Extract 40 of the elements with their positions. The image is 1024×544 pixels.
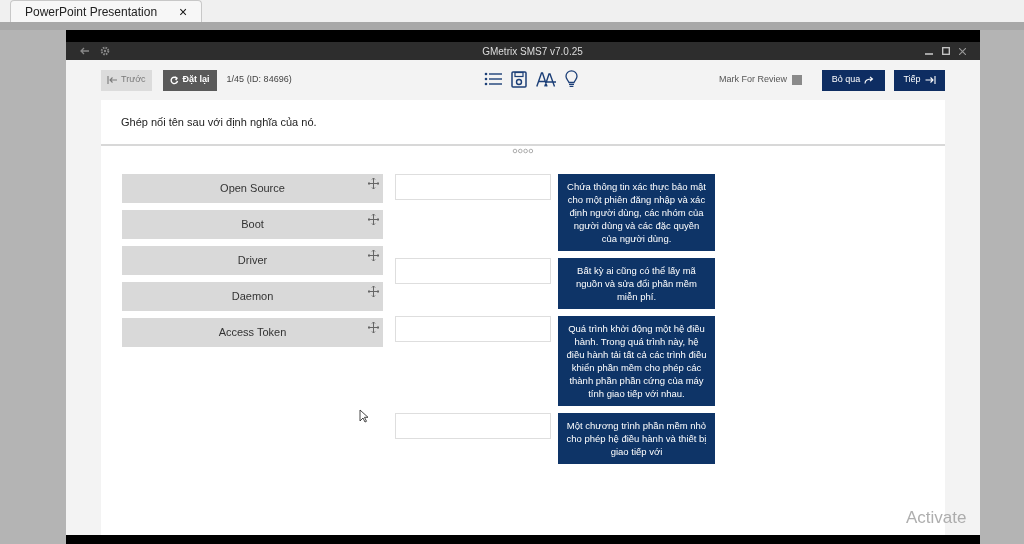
forward-arrow-icon bbox=[864, 76, 876, 84]
list-icon[interactable] bbox=[484, 71, 502, 87]
term-card[interactable]: Open Source bbox=[122, 174, 383, 203]
tab-title: PowerPoint Presentation bbox=[25, 3, 158, 21]
reset-button[interactable]: Đặt lại bbox=[162, 69, 217, 91]
definition-card[interactable]: Bất kỳ ai cũng có thể lấy mã nguồn và sửa đổi phần mềm miễn phí. bbox=[558, 258, 715, 309]
close-button[interactable]: × bbox=[179, 4, 188, 19]
mark-for-review-label: Mark For Review bbox=[719, 73, 787, 87]
next-button[interactable]: Tiếp bbox=[894, 69, 945, 91]
mouse-pointer-icon bbox=[359, 409, 369, 423]
definition-card[interactable]: Quá trình khởi động một hệ điều hành. Trong quá trình này, hệ điều hành tải tất cả các trình điều khiển phần mềm cho phép các thành phần phần cứng của máy tính giao tiếp với nhau. bbox=[558, 316, 715, 406]
definition-card[interactable]: Chứa thông tin xác thực bảo mật cho một phiên đăng nhập và xác định người dùng, các nhóm của người dùng và các đặc quyền của người dùng. bbox=[558, 174, 715, 251]
move-icon bbox=[368, 250, 379, 261]
term-card[interactable]: Boot bbox=[122, 210, 383, 239]
move-icon bbox=[368, 286, 379, 297]
term-card[interactable]: Driver bbox=[122, 246, 383, 275]
question-text: Ghép nối tên sau với định nghĩa của nó. bbox=[121, 114, 317, 130]
maximize-icon[interactable] bbox=[942, 47, 950, 55]
term-card[interactable]: Access Token bbox=[122, 318, 383, 347]
browser-tab[interactable]: PowerPoint Presentation × bbox=[10, 0, 202, 22]
settings-icon[interactable] bbox=[100, 46, 110, 56]
dots-icon[interactable] bbox=[512, 148, 534, 154]
back-to-start-icon bbox=[107, 76, 118, 84]
close-icon[interactable] bbox=[959, 47, 966, 55]
move-icon bbox=[368, 322, 379, 333]
font-size-icon[interactable] bbox=[536, 71, 556, 87]
definition-card[interactable]: Một chương trình phần mềm nhỏ cho phép hệ điều hành và thiết bị giao tiếp với bbox=[558, 413, 715, 464]
skip-button[interactable]: Bỏ qua bbox=[822, 69, 885, 91]
move-icon bbox=[368, 178, 379, 189]
window-title: GMetrix SMS7 v7.0.25 bbox=[481, 44, 584, 59]
question-counter: 1/45 (ID: 84696) bbox=[226, 73, 292, 87]
arrow-to-end-icon bbox=[924, 76, 936, 84]
lightbulb-icon[interactable] bbox=[565, 70, 578, 88]
save-icon[interactable] bbox=[511, 70, 527, 88]
term-card[interactable]: Daemon bbox=[122, 282, 383, 311]
move-icon bbox=[368, 214, 379, 225]
back-arrow-icon[interactable] bbox=[80, 46, 90, 56]
refresh-icon bbox=[169, 75, 179, 85]
review-checkbox[interactable] bbox=[792, 75, 802, 85]
activation-notice: Activate bbox=[906, 507, 967, 529]
